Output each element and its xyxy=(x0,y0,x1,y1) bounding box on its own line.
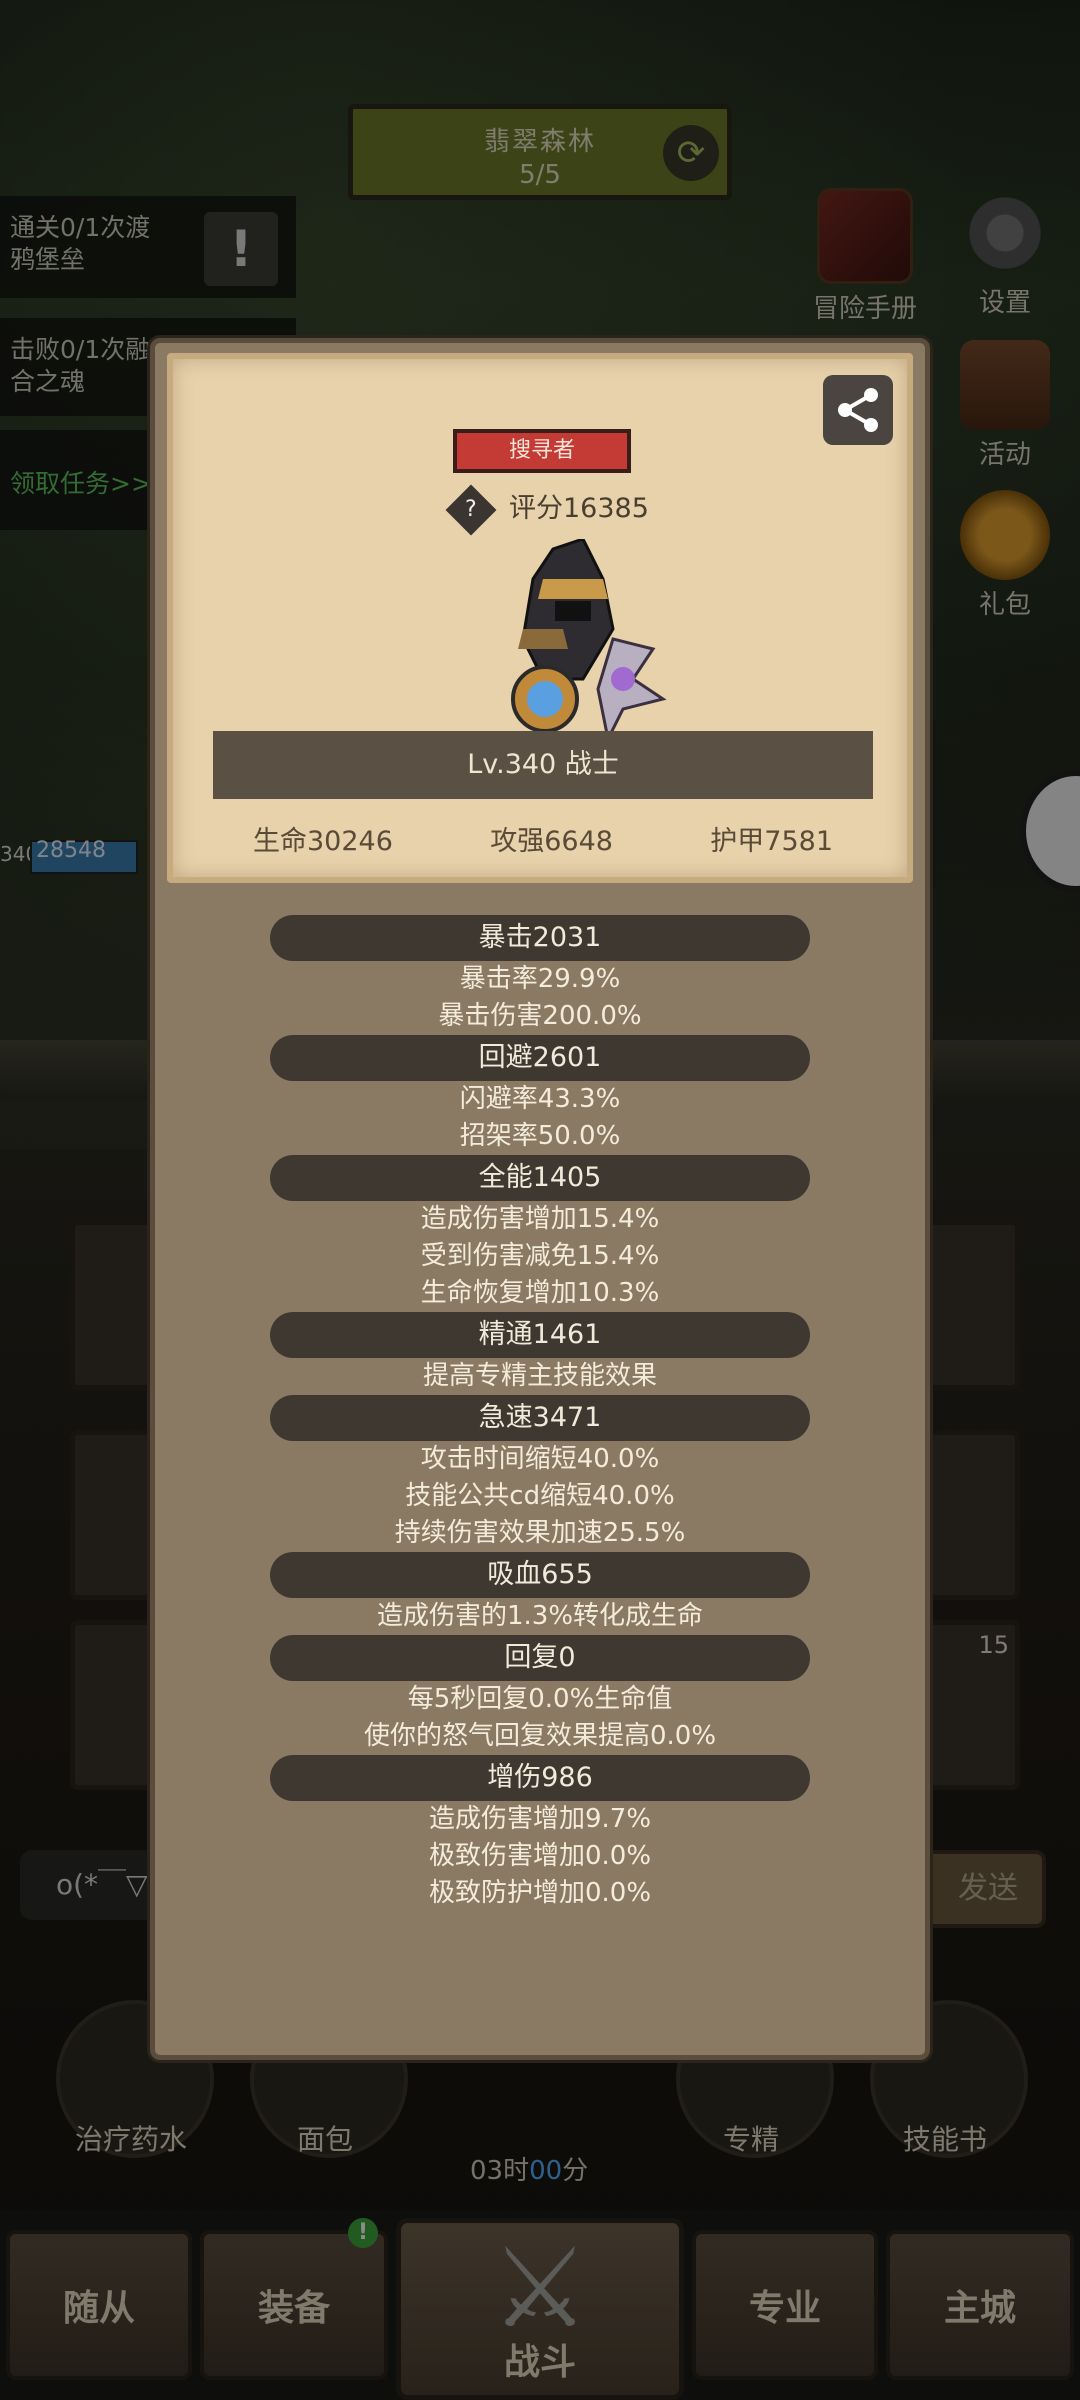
stat-line: 暴击伤害200.0% xyxy=(438,1001,642,1031)
stat-section-crit: 暴击2031 暴击率29.9% 暴击伤害200.0% xyxy=(155,915,925,1035)
base-stats-row: 生命30246 攻强6648 护甲7581 xyxy=(213,819,873,858)
stat-section-haste: 急速3471 攻击时间缩短40.0% 技能公共cd缩短40.0% 持续伤害效果加… xyxy=(155,1395,925,1552)
stat-line: 招架率50.0% xyxy=(459,1121,621,1151)
stat-line: 极致防护增加0.0% xyxy=(428,1878,652,1908)
stat-header: 吸血655 xyxy=(270,1552,810,1598)
stat-line: 技能公共cd缩短40.0% xyxy=(405,1481,675,1511)
stat-header: 回复0 xyxy=(270,1635,810,1681)
stat-header: 精通1461 xyxy=(270,1312,810,1358)
score-row: ? 评分16385 xyxy=(445,484,649,535)
stat-line: 生命恢复增加10.3% xyxy=(420,1278,660,1308)
hero-portrait xyxy=(511,539,667,739)
title-tag: 搜寻者 xyxy=(453,429,631,473)
secondary-stats-list: 暴击2031 暴击率29.9% 暴击伤害200.0% 回避2601 闪避率43.… xyxy=(155,915,925,1912)
share-button[interactable] xyxy=(823,375,893,445)
stat-line: 闪避率43.3% xyxy=(459,1084,621,1114)
stat-line: 造成伤害的1.3%转化成生命 xyxy=(376,1601,704,1631)
stat-section-mastery: 精通1461 提高专精主技能效果 xyxy=(155,1312,925,1395)
stat-line: 攻击时间缩短40.0% xyxy=(420,1444,660,1474)
stat-line: 每5秒回复0.0%生命值 xyxy=(407,1684,673,1714)
stat-section-regen: 回复0 每5秒回复0.0%生命值 使你的怒气回复效果提高0.0% xyxy=(155,1635,925,1755)
stat-line: 使你的怒气回复效果提高0.0% xyxy=(363,1721,717,1751)
stat-line: 暴击率29.9% xyxy=(459,964,621,994)
stat-armor: 护甲7581 xyxy=(710,826,833,857)
character-stats-modal: 搜寻者 ? 评分16385 Lv.340 战士 生命30246 攻强6648 护甲… xyxy=(150,338,930,2060)
stat-header: 回避2601 xyxy=(270,1035,810,1081)
stat-health: 生命30246 xyxy=(253,826,393,857)
stat-header: 暴击2031 xyxy=(270,915,810,961)
stat-line: 持续伤害效果加速25.5% xyxy=(394,1518,686,1548)
stat-section-leech: 吸血655 造成伤害的1.3%转化成生命 xyxy=(155,1552,925,1635)
stat-attack-power: 攻强6648 xyxy=(490,826,613,857)
stat-section-damage-bonus: 增伤986 造成伤害增加9.7% 极致伤害增加0.0% 极致防护增加0.0% xyxy=(155,1755,925,1912)
score-value: 评分16385 xyxy=(509,493,649,524)
stat-section-versatility: 全能1405 造成伤害增加15.4% 受到伤害减免15.4% 生命恢复增加10.… xyxy=(155,1155,925,1312)
stat-header: 急速3471 xyxy=(270,1395,810,1441)
stat-line: 提高专精主技能效果 xyxy=(422,1361,657,1391)
help-icon[interactable]: ? xyxy=(445,484,497,535)
stat-line: 极致伤害增加0.0% xyxy=(428,1841,652,1871)
stat-section-avoidance: 回避2601 闪避率43.3% 招架率50.0% xyxy=(155,1035,925,1155)
stat-line: 造成伤害增加15.4% xyxy=(420,1204,660,1234)
character-card: 搜寻者 ? 评分16385 Lv.340 战士 生命30246 攻强6648 护甲… xyxy=(167,353,913,883)
share-icon xyxy=(838,388,878,432)
stat-header: 全能1405 xyxy=(270,1155,810,1201)
stat-line: 造成伤害增加9.7% xyxy=(428,1804,652,1834)
stat-line: 受到伤害减免15.4% xyxy=(420,1241,660,1271)
stat-header: 增伤986 xyxy=(270,1755,810,1801)
level-class-band: Lv.340 战士 xyxy=(213,731,873,799)
